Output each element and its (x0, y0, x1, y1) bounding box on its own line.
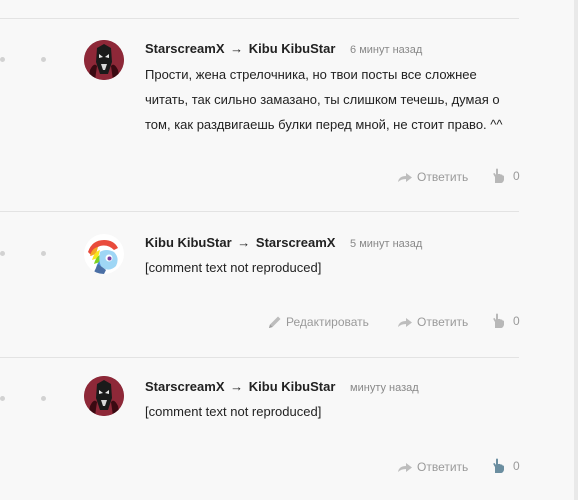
reply-button[interactable]: Ответить (397, 168, 468, 185)
recipient-name[interactable]: Kibu KibuStar (249, 379, 336, 394)
divider (0, 18, 519, 19)
reply-to-arrow: → (237, 235, 251, 250)
thread-dot (41, 251, 46, 256)
thumb-up-icon (493, 313, 504, 328)
edit-button[interactable]: Редактировать (268, 313, 369, 330)
thread-dot (0, 251, 5, 256)
recipient-name[interactable]: StarscreamX (256, 235, 336, 250)
reply-arrow-icon (398, 462, 412, 472)
author-name[interactable]: Kibu KibuStar (145, 235, 232, 250)
thread-dot (41, 396, 46, 401)
avatar-image-icon (84, 234, 124, 274)
like-button[interactable]: 0 (491, 167, 520, 184)
thumb-up-icon (493, 168, 504, 183)
comment-text: Прости, жена стрелочника, но твои посты … (145, 67, 503, 132)
reply-arrow-icon (398, 172, 412, 182)
comment-header: Kibu KibuStar → StarscreamX 5 минут наза… (145, 235, 422, 252)
comment-header: StarscreamX → Kibu KibuStar минуту назад (145, 379, 419, 396)
divider (0, 211, 519, 212)
author-name[interactable]: StarscreamX (145, 379, 225, 394)
comments-page: StarscreamX → Kibu KibuStar 6 минут наза… (0, 0, 578, 500)
like-count: 0 (513, 458, 520, 473)
reply-to-arrow: → (230, 41, 244, 56)
reply-to-arrow: → (230, 379, 244, 394)
like-count: 0 (513, 168, 520, 183)
avatar[interactable] (84, 234, 124, 274)
avatar-image-icon (84, 376, 124, 416)
pencil-icon (269, 316, 281, 328)
like-button[interactable]: 0 (491, 457, 520, 474)
avatar[interactable] (84, 40, 124, 80)
comment-text: [comment text not reproduced] (145, 260, 322, 275)
like-button[interactable]: 0 (491, 312, 520, 329)
thread-dot (0, 396, 5, 401)
thread-dot (41, 57, 46, 62)
reply-arrow-icon (398, 317, 412, 327)
thread-dot (0, 57, 5, 62)
recipient-name[interactable]: Kibu KibuStar (249, 41, 336, 56)
thumb-up-icon (493, 458, 504, 473)
comment-time[interactable]: минуту назад (350, 382, 419, 394)
comment-time[interactable]: 6 минут назад (350, 44, 422, 56)
reply-button[interactable]: Ответить (397, 313, 468, 330)
scrollbar-track[interactable] (574, 0, 578, 500)
comment-time[interactable]: 5 минут назад (350, 238, 422, 250)
reply-button[interactable]: Ответить (397, 458, 468, 475)
divider (0, 357, 519, 358)
comment-header: StarscreamX → Kibu KibuStar 6 минут наза… (145, 41, 422, 58)
avatar-image-icon (84, 40, 124, 80)
like-count: 0 (513, 313, 520, 328)
avatar[interactable] (84, 376, 124, 416)
author-name[interactable]: StarscreamX (145, 41, 225, 56)
comment-text: [comment text not reproduced] (145, 404, 322, 419)
